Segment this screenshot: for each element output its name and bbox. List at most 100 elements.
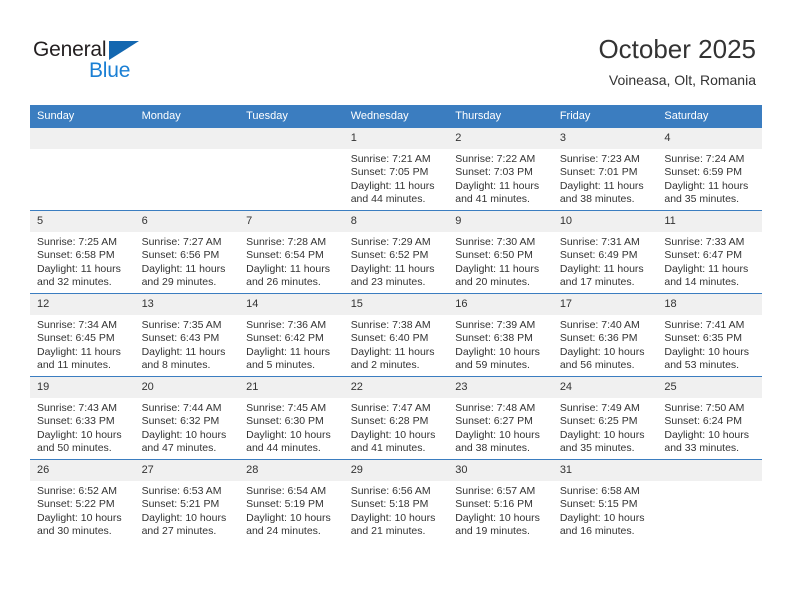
title-block: October 2025 Voineasa, Olt, Romania [598,34,756,90]
calendar-day-cell[interactable]: 14 Sunrise: 7:36 AM Sunset: 6:42 PM Dayligh… [239,293,344,377]
calendar-day-cell[interactable]: 26 Sunrise: 6:52 AM Sunset: 5:22 PM Dayligh… [30,459,135,542]
daylight-text-line1: Daylight: 11 hours [350,345,435,358]
sunset-text: Sunset: 7:05 PM [350,166,429,179]
calendar-day-cell[interactable]: 20 Sunrise: 7:44 AM Sunset: 6:32 PM Dayligh… [134,376,240,460]
daylight-text-line2: and 50 minutes. [37,442,112,455]
sunset-text: Sunset: 6:59 PM [664,166,743,179]
daylight-text-line2: and 41 minutes. [350,442,426,455]
calendar-day-cell[interactable]: 24 Sunrise: 7:49 AM Sunset: 6:25 PM Dayligh… [552,376,658,460]
day-number [134,128,240,149]
daylight-text-line2: and 35 minutes. [559,442,635,455]
calendar-day-cell[interactable]: 25 Sunrise: 7:50 AM Sunset: 6:24 PM Dayligh… [657,376,762,460]
sunrise-text: Sunrise: 7:24 AM [664,153,745,165]
calendar-day-cell[interactable]: 8 Sunrise: 7:29 AM Sunset: 6:52 PM Daylight… [343,210,449,294]
day-number: 12 [30,294,135,315]
daylight-text-line1: Daylight: 10 hours [37,428,122,441]
day-number: 13 [134,294,240,315]
sunset-text: Sunset: 6:32 PM [141,415,220,428]
day-details: Sunrise: 7:44 AM Sunset: 6:32 PM Daylight:… [135,398,240,456]
calendar-day-cell[interactable]: 13 Sunrise: 7:35 AM Sunset: 6:43 PM Dayligh… [134,293,240,377]
day-number: 11 [657,211,762,232]
sunset-text: Sunset: 6:42 PM [246,332,324,345]
sunrise-text: Sunrise: 7:21 AM [350,153,431,165]
daylight-text-line2: and 53 minutes. [664,359,740,372]
daylight-text-line2: and 19 minutes. [455,525,530,538]
day-details: Sunrise: 6:53 AM Sunset: 5:21 PM Daylight:… [135,481,240,539]
daylight-text-line1: Daylight: 10 hours [37,511,122,524]
day-number: 18 [657,294,762,315]
calendar-day-cell[interactable]: 12 Sunrise: 7:34 AM Sunset: 6:45 PM Dayligh… [30,293,135,377]
daylight-text-line1: Daylight: 11 hours [664,262,749,275]
day-number: 3 [552,128,658,149]
calendar-day-cell[interactable]: 17 Sunrise: 7:40 AM Sunset: 6:36 PM Dayligh… [552,293,658,377]
calendar-page: General Blue October 2025 Voineasa, Olt,… [0,0,792,612]
logo-text-blue: Blue [89,59,131,82]
daylight-text-line1: Daylight: 11 hours [350,179,435,192]
calendar-day-cell[interactable]: 11 Sunrise: 7:33 AM Sunset: 6:47 PM Dayligh… [657,210,762,294]
sunset-text: Sunset: 6:25 PM [559,415,638,428]
weekday-header-saturday: Saturday [657,105,762,128]
day-details: Sunrise: 7:47 AM Sunset: 6:28 PM Daylight:… [344,398,449,456]
calendar-day-cell[interactable]: 9 Sunrise: 7:30 AM Sunset: 6:50 PM Daylight… [448,210,553,294]
sunrise-text: Sunrise: 7:36 AM [246,319,327,331]
daylight-text-line2: and 32 minutes. [37,276,112,289]
day-number: 6 [134,211,240,232]
sunrise-text: Sunrise: 7:25 AM [37,236,117,248]
calendar-day-cell[interactable]: 30 Sunrise: 6:57 AM Sunset: 5:16 PM Dayligh… [448,459,553,542]
daylight-text-line2: and 17 minutes. [559,276,635,289]
sunset-text: Sunset: 6:35 PM [664,332,743,345]
calendar-day-cell[interactable]: 23 Sunrise: 7:48 AM Sunset: 6:27 PM Dayligh… [448,376,553,460]
sunset-text: Sunset: 6:28 PM [350,415,429,428]
sunset-text: Sunset: 6:36 PM [559,332,638,345]
daylight-text-line2: and 23 minutes. [350,276,426,289]
day-details: Sunrise: 7:22 AM Sunset: 7:03 PM Daylight:… [448,149,553,207]
calendar-day-cell[interactable]: 19 Sunrise: 7:43 AM Sunset: 6:33 PM Dayligh… [30,376,135,460]
calendar-day-cell[interactable]: 16 Sunrise: 7:39 AM Sunset: 6:38 PM Dayligh… [448,293,553,377]
calendar-day-cell[interactable]: 27 Sunrise: 6:53 AM Sunset: 5:21 PM Dayligh… [134,459,240,542]
day-details: Sunrise: 7:31 AM Sunset: 6:49 PM Daylight:… [553,232,658,290]
day-number: 9 [448,211,553,232]
calendar-day-cell[interactable]: 18 Sunrise: 7:41 AM Sunset: 6:35 PM Dayligh… [657,293,762,377]
calendar-day-cell[interactable]: 4 Sunrise: 7:24 AM Sunset: 6:59 PM Daylight… [657,127,762,211]
day-number: 7 [239,211,344,232]
daylight-text-line2: and 33 minutes. [664,442,740,455]
sunrise-text: Sunrise: 7:28 AM [246,236,327,248]
day-details: Sunrise: 7:30 AM Sunset: 6:50 PM Daylight:… [448,232,553,290]
sunset-text: Sunset: 6:24 PM [664,415,743,428]
day-number: 10 [552,211,658,232]
daylight-text-line1: Daylight: 11 hours [664,179,749,192]
calendar-day-cell-empty [30,127,135,211]
daylight-text-line2: and 21 minutes. [350,525,426,538]
calendar-day-cell[interactable]: 6 Sunrise: 7:27 AM Sunset: 6:56 PM Daylight… [134,210,240,294]
calendar-day-cell[interactable]: 15 Sunrise: 7:38 AM Sunset: 6:40 PM Dayligh… [343,293,449,377]
calendar-day-cell[interactable]: 21 Sunrise: 7:45 AM Sunset: 6:30 PM Dayligh… [239,376,344,460]
calendar-day-cell[interactable]: 31 Sunrise: 6:58 AM Sunset: 5:15 PM Dayligh… [552,459,658,542]
weekday-header-wednesday: Wednesday [343,105,449,128]
day-details: Sunrise: 7:29 AM Sunset: 6:52 PM Daylight:… [344,232,449,290]
daylight-text-line2: and 38 minutes. [455,442,530,455]
sunset-text: Sunset: 7:03 PM [455,166,533,179]
sunrise-text: Sunrise: 7:39 AM [455,319,536,331]
day-number: 23 [448,377,553,398]
calendar-day-cell[interactable]: 1 Sunrise: 7:21 AM Sunset: 7:05 PM Daylight… [343,127,449,211]
daylight-text-line1: Daylight: 11 hours [141,345,226,358]
calendar-day-cell[interactable]: 2 Sunrise: 7:22 AM Sunset: 7:03 PM Daylight… [448,127,553,211]
sunrise-text: Sunrise: 7:43 AM [37,402,117,414]
sunrise-text: Sunrise: 7:35 AM [141,319,222,331]
page-header: General Blue October 2025 Voineasa, Olt,… [0,0,792,100]
calendar-day-cell[interactable]: 10 Sunrise: 7:31 AM Sunset: 6:49 PM Dayligh… [552,210,658,294]
calendar-day-cell[interactable]: 28 Sunrise: 6:54 AM Sunset: 5:19 PM Dayligh… [239,459,344,542]
calendar-day-cell[interactable]: 29 Sunrise: 6:56 AM Sunset: 5:18 PM Dayligh… [343,459,449,542]
daylight-text-line2: and 47 minutes. [141,442,217,455]
day-details: Sunrise: 7:23 AM Sunset: 7:01 PM Daylight:… [553,149,658,207]
calendar-day-cell[interactable]: 5 Sunrise: 7:25 AM Sunset: 6:58 PM Daylight… [30,210,135,294]
calendar-day-cell[interactable]: 3 Sunrise: 7:23 AM Sunset: 7:01 PM Daylight… [552,127,658,211]
calendar-day-cell[interactable]: 22 Sunrise: 7:47 AM Sunset: 6:28 PM Dayligh… [343,376,449,460]
calendar-week-row: 26 Sunrise: 6:52 AM Sunset: 5:22 PM Dayligh… [30,459,762,542]
calendar-day-cell[interactable]: 7 Sunrise: 7:28 AM Sunset: 6:54 PM Daylight… [239,210,344,294]
sunrise-text: Sunrise: 7:50 AM [664,402,745,414]
sunrise-text: Sunrise: 6:58 AM [559,485,640,497]
sunset-text: Sunset: 6:45 PM [37,332,115,345]
calendar-week-row: 12 Sunrise: 7:34 AM Sunset: 6:45 PM Dayligh… [30,293,762,377]
day-number: 28 [239,460,344,481]
